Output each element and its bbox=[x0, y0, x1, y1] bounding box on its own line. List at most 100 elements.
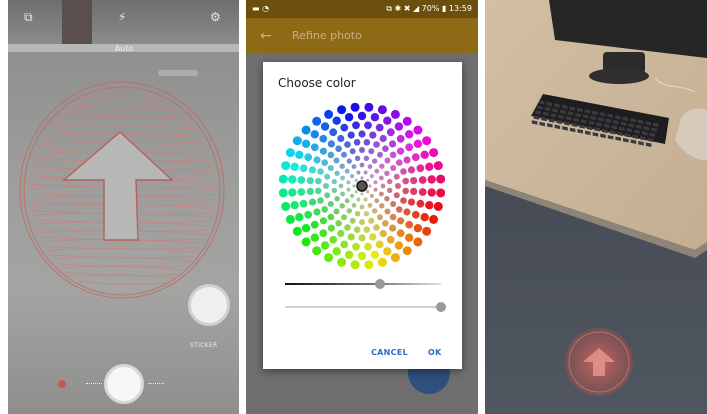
color-swatch[interactable] bbox=[337, 105, 347, 115]
color-swatch[interactable] bbox=[334, 196, 340, 202]
color-swatch[interactable] bbox=[418, 176, 427, 184]
color-swatch[interactable] bbox=[383, 247, 392, 256]
color-swatch[interactable] bbox=[340, 240, 349, 249]
color-swatch[interactable] bbox=[347, 233, 355, 241]
opacity-slider[interactable] bbox=[285, 302, 446, 312]
color-swatch[interactable] bbox=[384, 170, 390, 176]
color-swatch[interactable] bbox=[372, 158, 378, 164]
color-swatch[interactable] bbox=[360, 176, 364, 180]
color-swatch[interactable] bbox=[350, 174, 355, 179]
color-swatch[interactable] bbox=[384, 157, 391, 164]
color-swatch[interactable] bbox=[324, 109, 334, 119]
color-swatch[interactable] bbox=[364, 121, 372, 130]
color-swatch[interactable] bbox=[292, 226, 302, 236]
color-swatch[interactable] bbox=[359, 147, 365, 153]
color-swatch[interactable] bbox=[356, 170, 361, 175]
sticker-button[interactable] bbox=[188, 284, 230, 326]
color-swatch[interactable] bbox=[367, 164, 373, 169]
color-swatch[interactable] bbox=[306, 187, 314, 195]
color-swatch[interactable] bbox=[393, 173, 400, 180]
color-swatch[interactable] bbox=[413, 139, 423, 148]
color-swatch[interactable] bbox=[395, 183, 401, 189]
color-swatch[interactable] bbox=[324, 253, 334, 263]
brightness-slider[interactable] bbox=[285, 279, 441, 289]
color-swatch[interactable] bbox=[422, 136, 432, 146]
color-swatch[interactable] bbox=[331, 178, 337, 185]
color-swatch[interactable] bbox=[420, 150, 429, 159]
color-swatch[interactable] bbox=[321, 206, 328, 213]
color-swatch[interactable] bbox=[346, 158, 352, 164]
color-swatch[interactable] bbox=[400, 197, 407, 204]
color-swatch[interactable] bbox=[403, 208, 411, 216]
color-swatch[interactable] bbox=[301, 139, 311, 148]
color-swatch[interactable] bbox=[372, 208, 378, 214]
color-swatch[interactable] bbox=[285, 214, 295, 224]
color-swatch[interactable] bbox=[384, 196, 390, 202]
color-swatch[interactable] bbox=[279, 188, 288, 198]
color-swatch[interactable] bbox=[337, 134, 345, 143]
color-swatch[interactable] bbox=[344, 250, 354, 259]
color-swatch[interactable] bbox=[319, 134, 328, 143]
color-swatch[interactable] bbox=[281, 201, 291, 211]
color-swatch[interactable] bbox=[379, 134, 387, 143]
color-swatch[interactable] bbox=[327, 224, 335, 232]
color-swatch[interactable] bbox=[402, 187, 409, 195]
color-swatch[interactable] bbox=[407, 166, 416, 174]
color-swatch[interactable] bbox=[429, 148, 439, 158]
color-swatch[interactable] bbox=[379, 163, 385, 169]
color-swatch[interactable] bbox=[377, 257, 387, 267]
color-swatch[interactable] bbox=[369, 131, 377, 139]
color-swatch[interactable] bbox=[351, 203, 357, 208]
color-swatch[interactable] bbox=[341, 214, 347, 221]
color-swatch[interactable] bbox=[320, 122, 330, 131]
color-swatch[interactable] bbox=[402, 116, 412, 126]
color-swatch[interactable] bbox=[369, 174, 374, 179]
color-swatch[interactable] bbox=[379, 229, 387, 238]
flash-icon[interactable]: ⚡ bbox=[118, 10, 126, 24]
color-swatch[interactable] bbox=[301, 237, 311, 247]
color-swatch[interactable] bbox=[339, 163, 345, 169]
color-swatch[interactable] bbox=[347, 131, 355, 139]
color-swatch[interactable] bbox=[354, 190, 358, 194]
color-swatch[interactable] bbox=[297, 176, 306, 184]
color-swatch[interactable] bbox=[312, 246, 322, 256]
color-swatch[interactable] bbox=[301, 125, 311, 135]
color-swatch[interactable] bbox=[364, 242, 372, 251]
color-swatch[interactable] bbox=[383, 116, 392, 125]
color-swatch[interactable] bbox=[380, 183, 386, 189]
color-swatch[interactable] bbox=[310, 233, 319, 242]
color-swatch[interactable] bbox=[433, 161, 443, 171]
color-swatch[interactable] bbox=[285, 148, 295, 158]
color-swatch[interactable] bbox=[390, 109, 400, 119]
color-swatch[interactable] bbox=[425, 162, 434, 171]
color-swatch[interactable] bbox=[363, 226, 371, 233]
color-swatch[interactable] bbox=[403, 156, 411, 164]
color-swatch[interactable] bbox=[317, 168, 324, 175]
color-swatch[interactable] bbox=[324, 173, 331, 180]
color-swatch[interactable] bbox=[358, 234, 366, 242]
color-swatch[interactable] bbox=[340, 175, 345, 181]
color-swatch[interactable] bbox=[310, 130, 319, 139]
capture-button[interactable] bbox=[104, 364, 144, 404]
color-swatch[interactable] bbox=[396, 206, 403, 213]
color-swatch[interactable] bbox=[379, 191, 384, 197]
switch-camera-icon[interactable]: ⧉ bbox=[24, 10, 33, 24]
color-swatch[interactable] bbox=[373, 224, 380, 231]
color-swatch[interactable] bbox=[389, 224, 397, 232]
color-swatch[interactable] bbox=[340, 191, 345, 197]
color-swatch[interactable] bbox=[363, 139, 371, 146]
color-swatch[interactable] bbox=[394, 122, 404, 131]
color-swatch[interactable] bbox=[288, 175, 297, 184]
color-swatch[interactable] bbox=[390, 253, 400, 263]
color-swatch[interactable] bbox=[288, 188, 297, 197]
color-swatch[interactable] bbox=[425, 201, 434, 210]
color-swatch[interactable] bbox=[386, 128, 395, 137]
color-swatch[interactable] bbox=[290, 162, 299, 171]
color-swatch[interactable] bbox=[295, 150, 304, 159]
color-swatch[interactable] bbox=[396, 134, 405, 143]
color-swatch[interactable] bbox=[359, 204, 365, 210]
color-swatch[interactable] bbox=[344, 198, 350, 204]
color-swatch[interactable] bbox=[363, 211, 370, 217]
color-swatch[interactable] bbox=[411, 210, 420, 219]
color-swatch[interactable] bbox=[390, 165, 397, 171]
